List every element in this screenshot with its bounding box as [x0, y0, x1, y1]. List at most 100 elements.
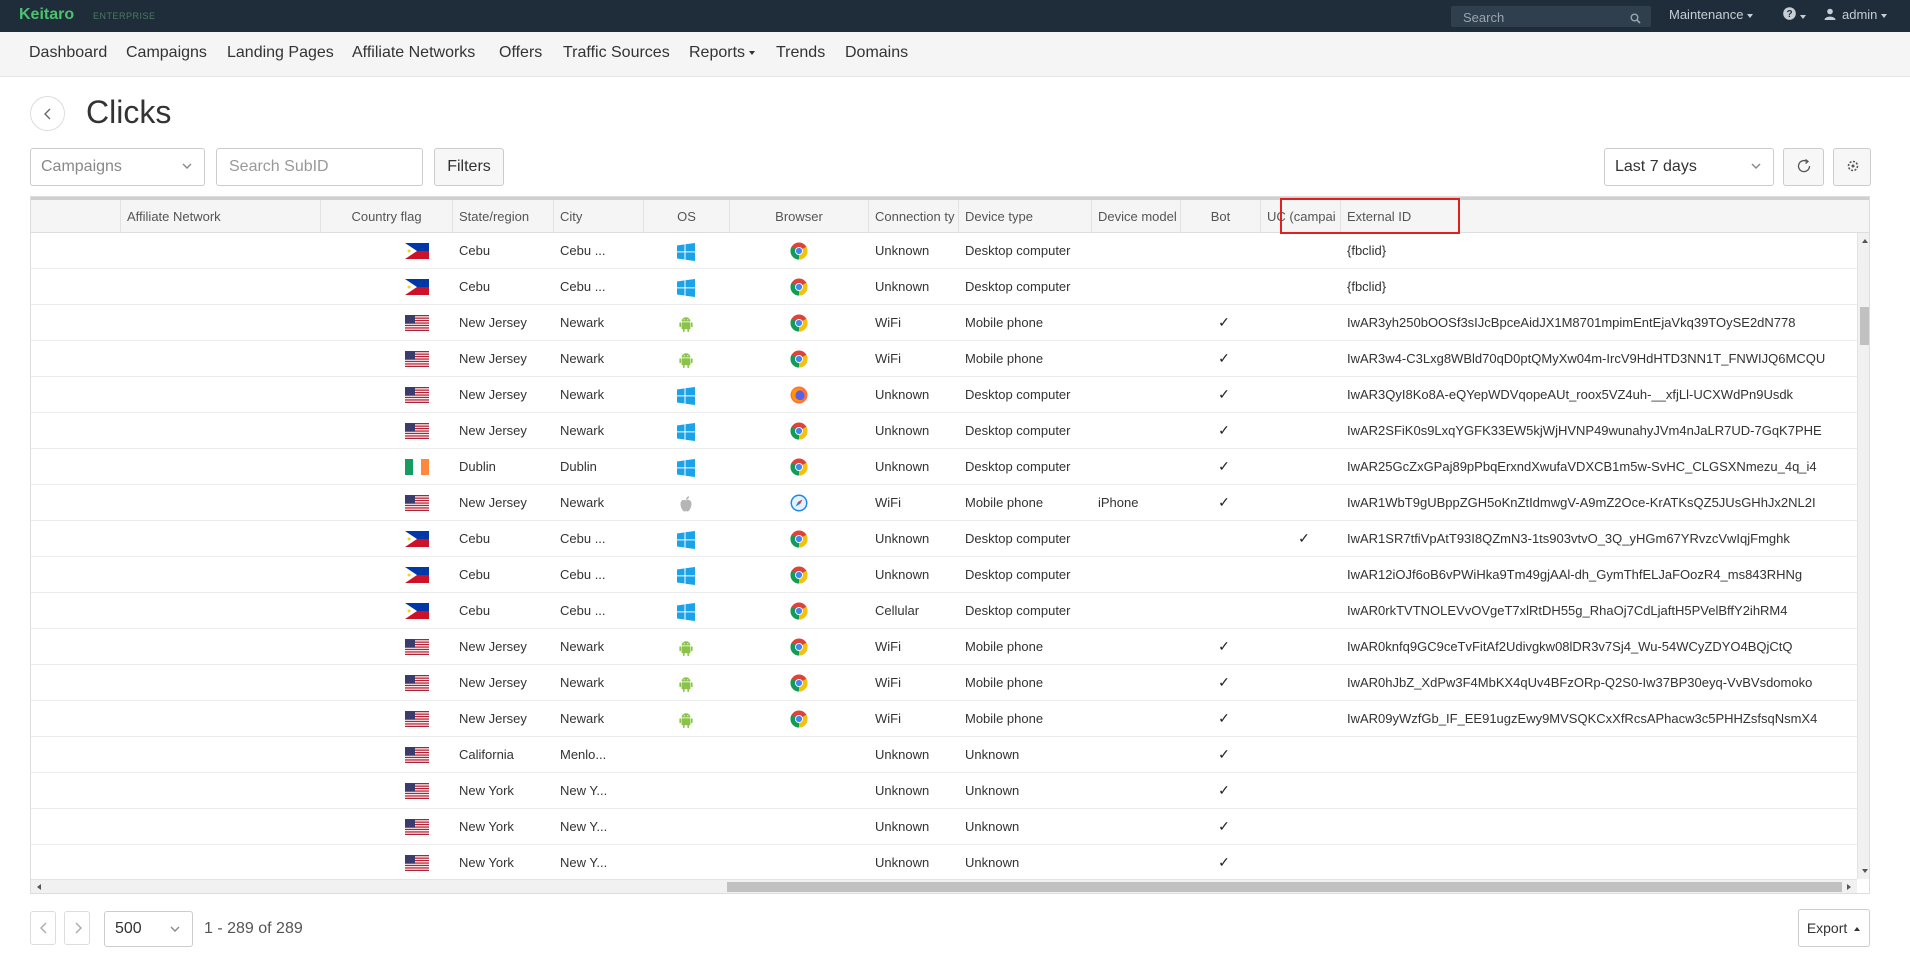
cell-connection-type: WiFi — [875, 351, 901, 366]
vertical-scrollbar[interactable] — [1857, 233, 1870, 879]
android-icon — [679, 677, 693, 692]
campaigns-select[interactable]: Campaigns — [30, 148, 205, 186]
col-header-affiliate-network[interactable]: Affiliate Network — [121, 200, 321, 233]
prev-page-button[interactable] — [30, 911, 56, 945]
table-row[interactable]: New Jersey Newark WiFi Mobile phone ✓ IwAR3w4… — [31, 341, 1857, 377]
cell-device-model — [1098, 269, 1181, 305]
cell-device-type: Unknown — [965, 819, 1020, 834]
col-header-device-type[interactable]: Device type — [959, 200, 1092, 233]
search-icon[interactable] — [1630, 11, 1641, 29]
table-row[interactable]: New Jersey Newark WiFi Mobile phone ✓ IwAR09y… — [31, 701, 1857, 737]
per-page-value: 500 — [115, 920, 142, 937]
cell-external-id: IwAR09yWzfGb_IF_EE91ugzEwy9MVSQKCxXfRcsA… — [1347, 711, 1818, 726]
table-row[interactable]: New Jersey Newark WiFi Mobile phone ✓ IwAR0kn… — [31, 629, 1857, 665]
user-menu[interactable]: admin — [1824, 7, 1888, 22]
cell-state: New Jersey — [459, 711, 527, 726]
windows-icon — [677, 603, 695, 621]
col-header-bot[interactable]: Bot — [1181, 200, 1261, 233]
table-row[interactable]: Cebu Cebu ... Unknown Desktop computer {fbcl… — [31, 233, 1857, 269]
flag-usa-icon — [405, 747, 429, 763]
flag-philippines-icon — [405, 243, 429, 259]
col-header-device-model[interactable]: Device model — [1092, 200, 1181, 233]
help-menu[interactable]: ? — [1783, 7, 1806, 23]
nav-traffic-sources[interactable]: Traffic Sources — [563, 44, 670, 62]
table-row[interactable]: Dublin Dublin Unknown Desktop computer ✓ IwAR… — [31, 449, 1857, 485]
cell-device-type: Desktop computer — [965, 279, 1071, 294]
chrome-icon — [790, 458, 808, 476]
back-button[interactable] — [30, 96, 65, 131]
nav-dashboard[interactable]: Dashboard — [29, 44, 107, 62]
chrome-icon — [790, 638, 808, 656]
user-icon — [1824, 8, 1836, 20]
export-button[interactable]: Export — [1798, 909, 1870, 947]
search-subid-placeholder: Search SubID — [229, 158, 329, 175]
cell-city: New Y... — [560, 819, 608, 834]
cell-city: Cebu ... — [560, 243, 606, 258]
next-page-button[interactable] — [64, 911, 90, 945]
scroll-left-arrow-icon[interactable] — [33, 880, 45, 894]
nav-reports[interactable]: Reports — [689, 44, 756, 62]
cell-device-model — [1098, 341, 1181, 377]
col-header-country-flag[interactable]: Country flag — [321, 200, 453, 233]
chrome-icon — [790, 602, 808, 620]
table-row[interactable]: New York New Y... Unknown Unknown ✓ — [31, 773, 1857, 809]
bot-check-icon: ✓ — [1218, 818, 1230, 834]
flag-philippines-icon — [405, 603, 429, 619]
bot-check-icon: ✓ — [1218, 638, 1230, 654]
table-row[interactable]: New York New Y... Unknown Unknown ✓ — [31, 845, 1857, 881]
table-row[interactable]: Cebu Cebu ... Unknown Desktop computer IwAR1… — [31, 557, 1857, 593]
column-settings-button[interactable] — [1833, 148, 1871, 186]
nav-domains[interactable]: Domains — [845, 44, 908, 62]
global-search-input[interactable]: Search — [1451, 6, 1651, 27]
horizontal-scrollbar[interactable] — [31, 879, 1857, 893]
brand-edition: ENTERPRISE — [93, 11, 156, 21]
date-range-select[interactable]: Last 7 days — [1604, 148, 1774, 186]
col-header-os[interactable]: OS — [644, 200, 730, 233]
table-row[interactable]: Cebu Cebu ... Cellular Desktop computer IwAR… — [31, 593, 1857, 629]
cell-state: Cebu — [459, 279, 491, 294]
table-row[interactable]: Cebu Cebu ... Unknown Desktop computer {fbcl… — [31, 269, 1857, 305]
bot-check-icon: ✓ — [1218, 494, 1230, 510]
filters-button[interactable]: Filters — [434, 148, 504, 186]
global-search-placeholder: Search — [1463, 10, 1505, 25]
cell-connection-type: WiFi — [875, 315, 901, 330]
table-row[interactable]: California Menlo... Unknown Unknown ✓ — [31, 737, 1857, 773]
scroll-up-arrow-icon[interactable] — [1858, 235, 1870, 247]
scroll-right-arrow-icon[interactable] — [1843, 880, 1855, 894]
cell-device-type: Desktop computer — [965, 459, 1071, 474]
refresh-button[interactable] — [1783, 148, 1824, 186]
nav-trends[interactable]: Trends — [776, 44, 825, 62]
cell-state: California — [459, 747, 514, 762]
brand-logo[interactable]: Keitaro — [19, 6, 74, 24]
cell-connection-type: Unknown — [875, 567, 930, 582]
nav-landing-pages[interactable]: Landing Pages — [227, 44, 334, 62]
scroll-down-arrow-icon[interactable] — [1858, 865, 1870, 877]
col-header-blank[interactable] — [31, 200, 121, 233]
table-row[interactable]: New Jersey Newark WiFi Mobile phone ✓ IwAR0hJ… — [31, 665, 1857, 701]
cell-device-type: Mobile phone — [965, 711, 1044, 726]
vertical-scroll-thumb[interactable] — [1860, 307, 1869, 345]
cell-device-type: Unknown — [965, 747, 1020, 762]
table-row[interactable]: Cebu Cebu ... Unknown Desktop computer ✓ IwAR… — [31, 521, 1857, 557]
horizontal-scroll-thumb[interactable] — [727, 882, 1842, 892]
table-row[interactable]: New Jersey Newark Unknown Desktop computer ✓… — [31, 413, 1857, 449]
table-row[interactable]: New Jersey Newark WiFi Mobile phone iPhone ✓ I… — [31, 485, 1857, 521]
col-header-city[interactable]: City — [554, 200, 644, 233]
col-header-state[interactable]: State/region — [453, 200, 554, 233]
cell-state: New Jersey — [459, 675, 527, 690]
cell-device-model — [1098, 809, 1181, 845]
maintenance-menu[interactable]: Maintenance — [1669, 7, 1754, 22]
table-row[interactable]: New Jersey Newark Unknown Desktop computer ✓… — [31, 377, 1857, 413]
date-range-value: Last 7 days — [1615, 158, 1697, 175]
export-label: Export — [1806, 920, 1848, 936]
nav-affiliate-networks[interactable]: Affiliate Networks — [352, 44, 475, 62]
per-page-select[interactable]: 500 — [104, 911, 193, 947]
nav-campaigns[interactable]: Campaigns — [126, 44, 207, 62]
col-header-connection-type[interactable]: Connection ty — [869, 200, 959, 233]
nav-offers[interactable]: Offers — [499, 44, 542, 62]
cell-connection-type: WiFi — [875, 495, 901, 510]
table-row[interactable]: New York New Y... Unknown Unknown ✓ — [31, 809, 1857, 845]
table-row[interactable]: New Jersey Newark WiFi Mobile phone ✓ IwAR3yh… — [31, 305, 1857, 341]
col-header-browser[interactable]: Browser — [730, 200, 869, 233]
search-subid-input[interactable]: Search SubID — [216, 148, 423, 186]
